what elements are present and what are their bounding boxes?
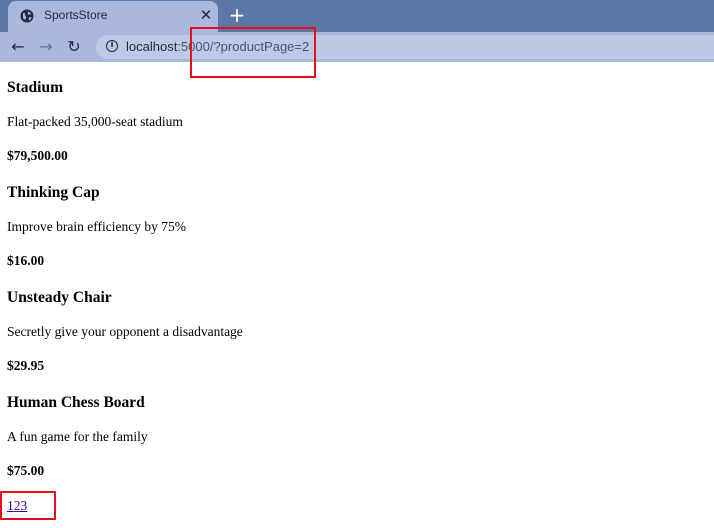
browser-window: SportsStore ✕ + ← → ↻ i localhost:5000/?…: [0, 0, 714, 528]
plus-icon[interactable]: +: [226, 4, 248, 26]
page-link-1[interactable]: 1: [7, 498, 14, 513]
product-description: Secretly give your opponent a disadvanta…: [7, 324, 243, 339]
product-price: $79,500.00: [7, 148, 68, 163]
globe-icon: [20, 9, 34, 23]
product-description: Improve brain efficiency by 75%: [7, 219, 186, 234]
url-text[interactable]: localhost:5000/?productPage=2: [126, 39, 309, 54]
product-name: Human Chess Board: [7, 394, 145, 411]
toolbar: ← → ↻ i localhost:5000/?productPage=2: [0, 32, 714, 62]
product-item: Unsteady Chair Secretly give your oppone…: [7, 289, 243, 373]
product-item: Human Chess Board A fun game for the fam…: [7, 394, 148, 478]
tab-title: SportsStore: [44, 8, 108, 22]
url-host: localhost: [126, 39, 178, 54]
close-icon[interactable]: ✕: [196, 5, 216, 25]
product-name: Thinking Cap: [7, 184, 100, 201]
product-item: Thinking Cap Improve brain efficiency by…: [7, 184, 186, 268]
page-link-2[interactable]: 2: [14, 498, 21, 513]
address-bar[interactable]: i localhost:5000/?productPage=2: [96, 35, 714, 59]
product-name: Stadium: [7, 79, 63, 96]
product-description: Flat-packed 35,000-seat stadium: [7, 114, 183, 129]
page-link-3[interactable]: 3: [21, 498, 28, 513]
pagination: 123: [7, 498, 27, 514]
product-name: Unsteady Chair: [7, 289, 112, 306]
reload-icon[interactable]: ↻: [64, 37, 84, 57]
page-content: Stadium Flat-packed 35,000-seat stadium …: [0, 62, 714, 528]
product-price: $29.95: [7, 358, 45, 373]
tab-strip: SportsStore ✕ +: [0, 0, 714, 32]
back-arrow-icon[interactable]: ←: [8, 37, 28, 57]
tab-sportsstore[interactable]: SportsStore ✕: [8, 1, 218, 32]
product-price: $75.00: [7, 463, 45, 478]
url-path: :5000/?productPage=2: [177, 39, 310, 54]
product-price: $16.00: [7, 253, 45, 268]
info-icon[interactable]: i: [106, 40, 118, 52]
product-item: Stadium Flat-packed 35,000-seat stadium …: [7, 79, 183, 163]
forward-arrow-icon[interactable]: →: [36, 37, 56, 57]
product-description: A fun game for the family: [7, 429, 148, 444]
